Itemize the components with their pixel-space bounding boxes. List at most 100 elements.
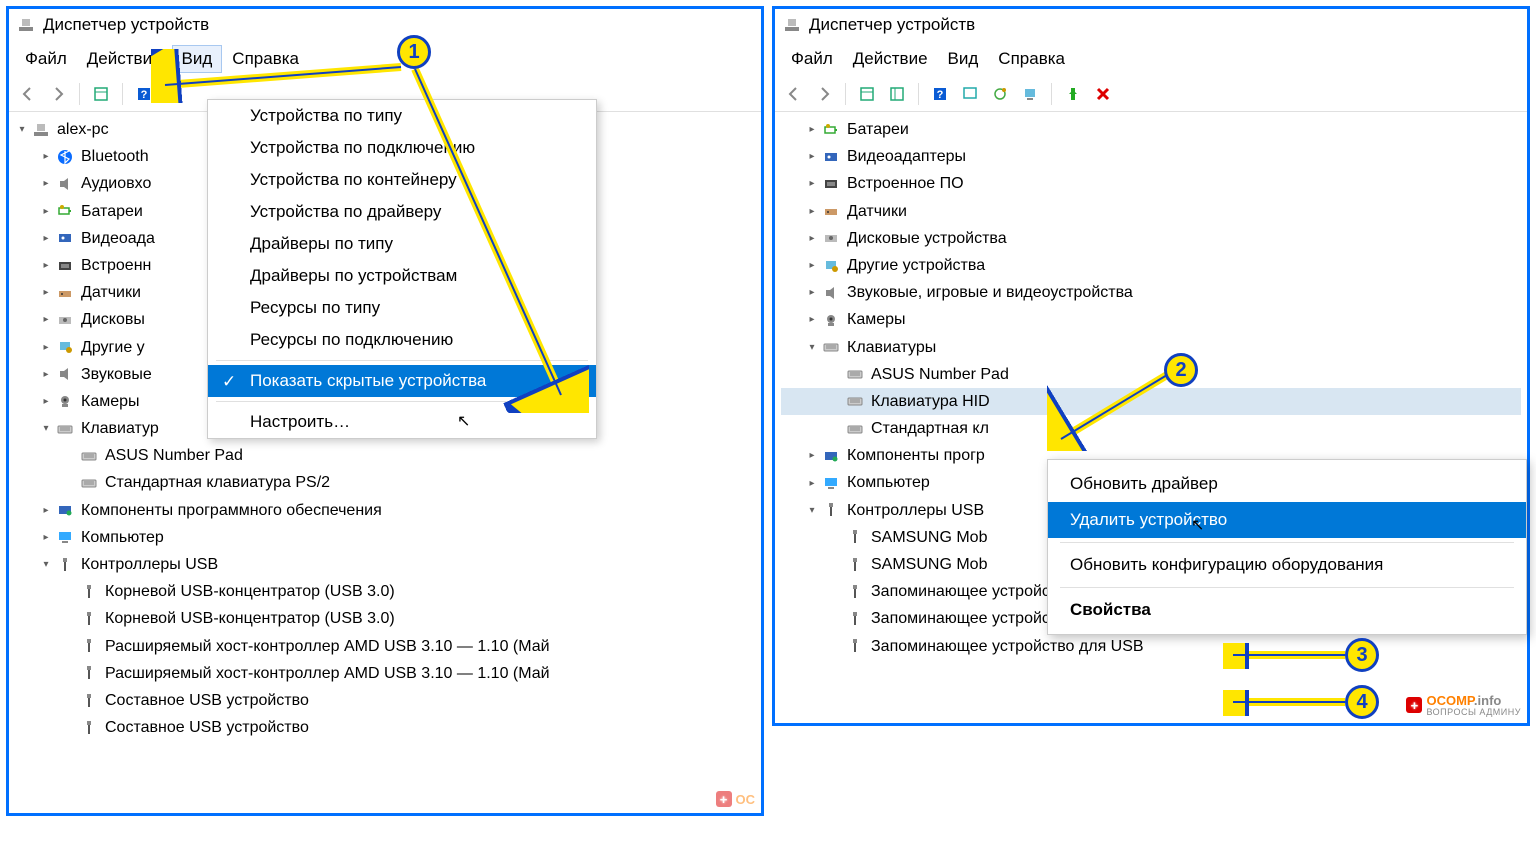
chevron-right-icon[interactable]: ▸ [39,257,53,274]
chevron-right-icon[interactable]: ▸ [39,393,53,410]
menu-item-файл[interactable]: Файл [15,45,77,73]
other-icon [55,338,75,356]
tree-node[interactable]: Корневой USB-концентратор (USB 3.0) [15,578,755,605]
help-button[interactable]: ? [927,81,953,107]
chevron-right-icon[interactable]: ▸ [39,148,53,165]
view-menu-item[interactable]: Настроить… [208,406,596,438]
view-menu-item[interactable]: Устройства по типу [208,100,596,132]
tree-node[interactable]: Запоминающее устройство для USB [781,633,1521,660]
forward-button[interactable] [811,81,837,107]
menu-item-справка[interactable]: Справка [222,45,309,73]
chevron-right-icon[interactable]: ▸ [39,366,53,383]
tree-node[interactable]: ▸Датчики [781,198,1521,225]
toolbar-icon[interactable] [957,81,983,107]
chevron-down-icon[interactable]: ▾ [39,420,53,437]
tree-node[interactable]: Клавиатура HID [781,388,1521,415]
view-menu-item[interactable]: Драйверы по типу [208,228,596,260]
tree-node[interactable]: ▸Дисковые устройства [781,225,1521,252]
delete-button[interactable] [1090,81,1116,107]
toolbar-icon[interactable] [884,81,910,107]
view-menu-item[interactable]: Ресурсы по типу [208,292,596,324]
menu-item-действие[interactable]: Действие [77,45,172,73]
tree-node[interactable]: ▾Контроллеры USB [15,551,755,578]
tree-node[interactable]: ▸Батареи [781,116,1521,143]
tree-node[interactable]: ▾Клавиатуры [781,334,1521,361]
back-button[interactable] [15,81,41,107]
tree-node-label: Компоненты программного обеспечения [81,497,382,524]
context-menu-item[interactable]: Удалить устройство [1048,502,1526,538]
chevron-right-icon[interactable]: ▸ [39,529,53,546]
toolbar-icon[interactable] [1017,81,1043,107]
chevron-right-icon[interactable]: ▸ [805,284,819,301]
menu-item-вид[interactable]: Вид [938,45,989,73]
context-menu-item[interactable]: Обновить драйвер [1048,466,1526,502]
toolbar-icon[interactable] [88,81,114,107]
chevron-right-icon[interactable]: ▸ [805,447,819,464]
chevron-down-icon[interactable]: ▾ [805,502,819,519]
bat-icon [55,202,75,220]
view-menu-item[interactable]: Устройства по подключению [208,132,596,164]
usb-icon [845,528,865,546]
back-button[interactable] [781,81,807,107]
context-menu-item[interactable]: Обновить конфигурацию оборудования [1048,547,1526,583]
view-menu-item[interactable]: Ресурсы по подключению [208,324,596,356]
view-menu-item[interactable]: Драйверы по устройствам [208,260,596,292]
tree-node[interactable]: ▸Видеоадаптеры [781,143,1521,170]
menu-item-справка[interactable]: Справка [988,45,1075,73]
disk-icon [55,311,75,329]
tree-node-label: Аудиовхо [81,170,151,197]
cursor-icon: ↖ [1191,515,1204,535]
toolbar-icon[interactable] [1060,81,1086,107]
tree-node[interactable]: Составное USB устройство [15,687,755,714]
tree-node[interactable]: ▸Встроенное ПО [781,170,1521,197]
chevron-right-icon[interactable]: ▸ [805,311,819,328]
tree-node[interactable]: Стандартная клавиатура PS/2 [15,469,755,496]
view-menu-item[interactable]: ✓Показать скрытые устройства [208,365,596,397]
view-menu[interactable]: Устройства по типуУстройства по подключе… [207,99,597,439]
tree-node[interactable]: ▸Звуковые, игровые и видеоустройства [781,279,1521,306]
toolbar-icon[interactable] [987,81,1013,107]
tree-node[interactable]: ASUS Number Pad [15,442,755,469]
tree-node[interactable]: Стандартная кл [781,415,1521,442]
chevron-right-icon[interactable]: ▸ [805,230,819,247]
chevron-right-icon[interactable]: ▸ [39,339,53,356]
tree-node[interactable]: ▸Компьютер [15,524,755,551]
help-button[interactable]: ? [131,81,157,107]
tree-node[interactable]: Расширяемый хост-контроллер AMD USB 3.10… [15,660,755,687]
watermark-tld: .info [1474,693,1501,708]
menu-item-действие[interactable]: Действие [843,45,938,73]
tree-node[interactable]: ASUS Number Pad [781,361,1521,388]
tree-node[interactable]: ▸Другие устройства [781,252,1521,279]
chevron-right-icon[interactable]: ▸ [39,284,53,301]
chevron-right-icon[interactable]: ▸ [39,311,53,328]
context-menu[interactable]: Обновить драйверУдалить устройство Обнови… [1047,459,1527,635]
chevron-right-icon[interactable]: ▸ [805,475,819,492]
chevron-right-icon[interactable]: ▸ [39,230,53,247]
chevron-right-icon[interactable]: ▸ [805,148,819,165]
view-menu-item[interactable]: Устройства по драйверу [208,196,596,228]
tree-node[interactable]: ▸Камеры [781,306,1521,333]
chevron-right-icon[interactable]: ▸ [39,203,53,220]
forward-button[interactable] [45,81,71,107]
tree-node[interactable]: ▸ Компоненты программного обеспечения [15,497,755,524]
chevron-right-icon[interactable]: ▸ [805,121,819,138]
chevron-right-icon[interactable]: ▸ [805,175,819,192]
chevron-right-icon[interactable]: ▸ [39,175,53,192]
context-menu-item[interactable]: Свойства [1048,592,1526,628]
chevron-down-icon[interactable]: ▾ [805,339,819,356]
chevron-down-icon[interactable]: ▾ [39,556,53,573]
chevron-right-icon[interactable]: ▸ [39,502,53,519]
chevron-right-icon[interactable]: ▸ [805,203,819,220]
menu-item-вид[interactable]: Вид [172,45,223,73]
tree-node[interactable]: Расширяемый хост-контроллер AMD USB 3.10… [15,633,755,660]
toolbar-icon[interactable] [854,81,880,107]
chevron-right-icon[interactable]: ▸ [805,257,819,274]
tree-node[interactable]: Составное USB устройство [15,714,755,741]
chevron-down-icon[interactable]: ▾ [15,121,29,138]
menubar: ФайлДействиеВидСправка [9,41,761,77]
kbd-icon [821,338,841,356]
tree-node-label: SAMSUNG Mob [871,524,987,551]
view-menu-item[interactable]: Устройства по контейнеру [208,164,596,196]
menu-item-файл[interactable]: Файл [781,45,843,73]
tree-node[interactable]: Корневой USB-концентратор (USB 3.0) [15,605,755,632]
